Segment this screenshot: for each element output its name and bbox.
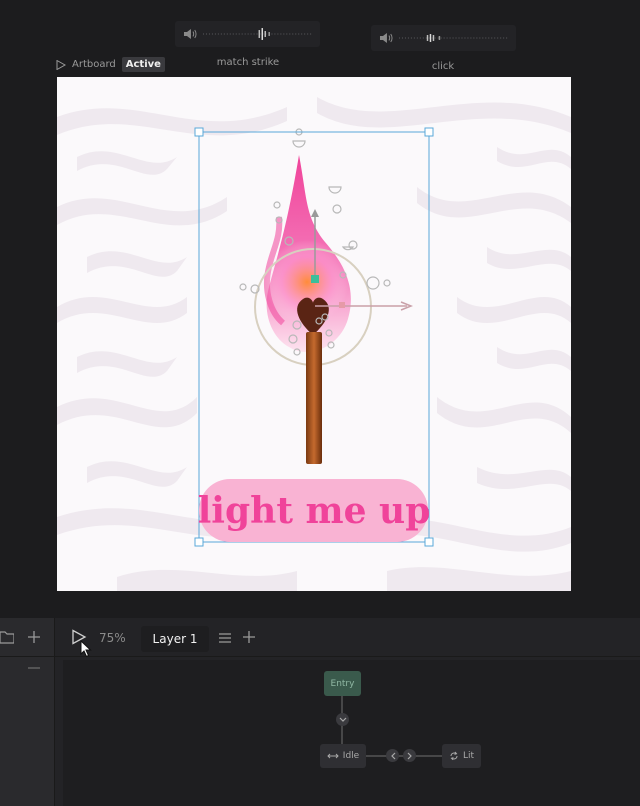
- speaker-icon: [183, 29, 197, 39]
- layers-rail: [0, 618, 55, 806]
- artboard-header: Artboard Active: [56, 57, 165, 72]
- cursor-icon: [80, 640, 92, 658]
- transition-dot[interactable]: [386, 749, 399, 762]
- transition-dot[interactable]: [403, 749, 416, 762]
- folder-icon[interactable]: [0, 630, 14, 644]
- artwork-text: light me up: [198, 490, 431, 532]
- state-node-lit[interactable]: Lit: [442, 744, 481, 768]
- waveform-icon: [202, 28, 312, 40]
- chevron-right-icon: [407, 752, 412, 759]
- menu-icon[interactable]: [218, 632, 232, 644]
- speaker-icon: [379, 33, 393, 43]
- play-icon[interactable]: [56, 59, 66, 70]
- state-node-label: Idle: [342, 751, 360, 761]
- waveform-icon: [398, 34, 508, 42]
- add-icon[interactable]: [27, 630, 41, 644]
- status-badge: Active: [121, 57, 165, 72]
- ping-pong-icon: [327, 753, 339, 759]
- minus-icon[interactable]: [27, 661, 41, 675]
- loop-icon: [450, 751, 458, 761]
- audio-track-label: click: [431, 61, 455, 72]
- state-node-idle[interactable]: Idle: [320, 744, 366, 768]
- chevron-left-icon: [390, 752, 395, 759]
- state-node-label: Entry: [330, 678, 355, 689]
- add-layer-icon[interactable]: [242, 630, 256, 644]
- zoom-level[interactable]: 75%: [99, 631, 126, 645]
- tab-layer-1[interactable]: Layer 1: [141, 626, 209, 652]
- toolbar-divider: [55, 656, 640, 657]
- audio-track-label: match strike: [216, 57, 280, 68]
- match-artwork[interactable]: light me up: [57, 77, 571, 591]
- chevron-down-icon: [339, 717, 346, 722]
- audio-track-click[interactable]: [371, 25, 516, 51]
- state-node-entry[interactable]: Entry: [324, 671, 361, 696]
- match-stick: [306, 332, 322, 464]
- state-node-label: Lit: [462, 751, 475, 761]
- artboard-canvas[interactable]: light me up: [57, 77, 571, 591]
- audio-track-match-strike[interactable]: [175, 21, 320, 47]
- artboard-label[interactable]: Artboard: [72, 59, 116, 70]
- transition-dot[interactable]: [336, 713, 349, 726]
- rail-divider: [0, 656, 54, 657]
